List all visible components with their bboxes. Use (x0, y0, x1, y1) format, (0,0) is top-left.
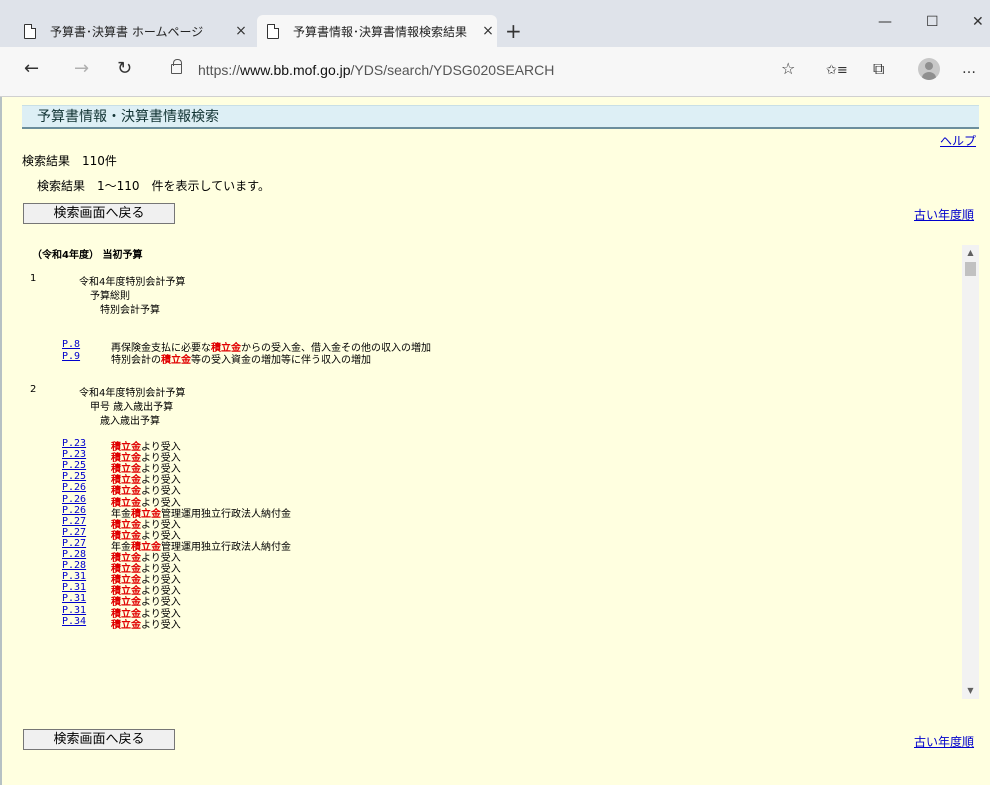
scroll-up-icon[interactable]: ▲ (962, 245, 979, 261)
page-link[interactable]: P.27 (62, 516, 86, 527)
tab-title: 予算書･決算書 ホームページ (50, 24, 204, 39)
profile-avatar-icon[interactable] (918, 58, 940, 80)
tab-close-icon[interactable]: × (479, 23, 497, 39)
description-text: 特別会計の (111, 355, 161, 366)
results-scrollbar[interactable]: ▲ ▼ (962, 245, 979, 699)
tab-title: 予算書情報･決算書情報検索結果 (293, 24, 468, 39)
collections-icon[interactable]: ⧉ (873, 59, 884, 79)
sort-older-link[interactable]: 古い年度順 (914, 206, 974, 223)
entry-number: 1 (30, 273, 37, 284)
page-link[interactable]: P.27 (62, 527, 86, 538)
refresh-icon[interactable]: ↻ (117, 59, 132, 79)
tab-budget-home[interactable]: 予算書･決算書 ホームページ × (14, 15, 254, 47)
tab-close-icon[interactable]: × (232, 23, 250, 39)
result-count: 検索結果 110件 (22, 154, 117, 168)
page-link[interactable]: P.8 (62, 339, 80, 350)
keyword-highlight: 積立金 (161, 355, 191, 366)
help-link[interactable]: ヘルプ (940, 132, 976, 149)
description-text: より受入 (141, 619, 181, 631)
page-content: 予算書情報・決算書情報検索 ヘルプ 検索結果 110件 検索結果 1～110 件… (0, 97, 990, 785)
page-link[interactable]: P.23 (62, 449, 86, 460)
tab-search-results[interactable]: 予算書情報･決算書情報検索結果 × (257, 15, 497, 47)
browser-toolbar: ← → ↻ https://www.bb.mof.go.jp/YDS/searc… (0, 47, 990, 97)
page-link[interactable]: P.26 (62, 494, 86, 505)
page-link[interactable]: P.31 (62, 605, 86, 616)
back-to-search-button[interactable]: 検索画面へ戻る (23, 729, 175, 750)
page-link[interactable]: P.31 (62, 571, 86, 582)
keyword-highlight: 積立金 (111, 619, 141, 631)
scroll-thumb[interactable] (965, 262, 976, 276)
back-arrow-icon[interactable]: ← (24, 59, 39, 79)
entry-hierarchy-level-3: 特別会計予算 (100, 305, 160, 316)
page-link[interactable]: P.27 (62, 538, 86, 549)
address-bar[interactable]: https://www.bb.mof.go.jp/YDS/search/YDSG… (198, 62, 554, 78)
page-link[interactable]: P.26 (62, 505, 86, 516)
page-link[interactable]: P.28 (62, 560, 86, 571)
sort-older-link[interactable]: 古い年度順 (914, 733, 974, 750)
result-description: 特別会計の積立金等の受入資金の増加等に伴う収入の増加 (111, 351, 371, 366)
description-text: 等の受入資金の増加等に伴う収入の増加 (191, 355, 371, 366)
page-link[interactable]: P.25 (62, 471, 86, 482)
document-icon (267, 23, 279, 39)
section-title: （令和4年度） 当初予算 (32, 250, 143, 261)
forward-arrow-icon[interactable]: → (74, 59, 89, 79)
scroll-down-icon[interactable]: ▼ (962, 683, 979, 699)
entry-hierarchy-level-3: 歳入歳出予算 (100, 416, 160, 427)
window-close-button[interactable]: ✕ (972, 14, 984, 30)
minimize-button[interactable]: — (878, 14, 892, 30)
entry-hierarchy-level-2: 甲号 歳入歳出予算 (90, 402, 174, 413)
page-link[interactable]: P.31 (62, 593, 86, 604)
result-range: 検索結果 1～110 件を表示しています。 (37, 179, 270, 193)
new-tab-button[interactable]: + (505, 21, 522, 41)
url-host: www.bb.mof.go.jp (240, 62, 351, 78)
entry-hierarchy-level-2: 予算総則 (90, 291, 130, 302)
page-link[interactable]: P.31 (62, 582, 86, 593)
more-menu-icon[interactable]: … (962, 59, 976, 79)
page-title: 予算書情報・決算書情報検索 (22, 105, 979, 129)
page-link[interactable]: P.23 (62, 438, 86, 449)
back-to-search-button[interactable]: 検索画面へ戻る (23, 203, 175, 224)
page-link[interactable]: P.25 (62, 460, 86, 471)
page-link[interactable]: P.28 (62, 549, 86, 560)
page-link[interactable]: P.34 (62, 616, 86, 627)
results-pane[interactable]: （令和4年度） 当初予算 1 令和4年度特別会計予算 予算総則 特別会計予算 P… (22, 239, 960, 699)
result-description: 積立金より受入 (111, 616, 181, 631)
browser-titlebar: 予算書･決算書 ホームページ × 予算書情報･決算書情報検索結果 × + — ☐… (0, 0, 990, 47)
page-link[interactable]: P.26 (62, 482, 86, 493)
document-icon (24, 23, 36, 39)
lock-icon[interactable] (171, 59, 182, 74)
favorite-star-icon[interactable]: ☆ (781, 59, 795, 79)
page-link[interactable]: P.9 (62, 351, 80, 362)
maximize-button[interactable]: ☐ (926, 14, 939, 30)
url-scheme: https:// (198, 62, 241, 78)
entry-number: 2 (30, 384, 37, 395)
favorites-list-icon[interactable]: ✩≡ (826, 61, 848, 81)
entry-hierarchy-level-1: 令和4年度特別会計予算 (79, 388, 186, 399)
url-path: /YDS/search/YDSG020SEARCH (350, 62, 555, 78)
entry-hierarchy-level-1: 令和4年度特別会計予算 (79, 277, 186, 288)
